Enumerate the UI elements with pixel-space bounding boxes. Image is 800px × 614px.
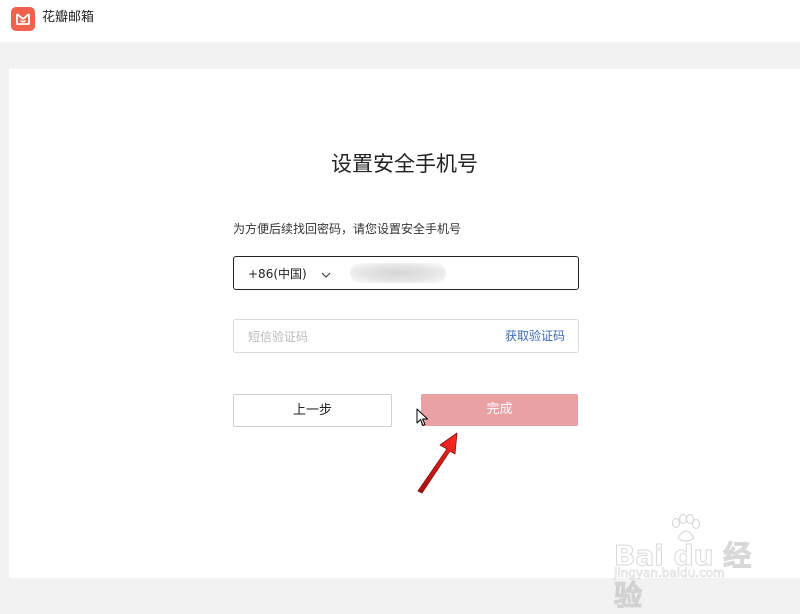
mouse-cursor-icon bbox=[416, 408, 430, 432]
page-title: 设置安全手机号 bbox=[331, 152, 478, 176]
app-logo-icon bbox=[11, 7, 35, 31]
get-code-link[interactable]: 获取验证码 bbox=[505, 320, 565, 352]
chevron-down-icon bbox=[321, 264, 331, 283]
prev-step-button[interactable]: 上一步 bbox=[233, 394, 392, 427]
baidu-jingyan-watermark: Bai du 经验 jingyan.baidu.com bbox=[612, 513, 772, 613]
country-code-select[interactable]: +86(中国) bbox=[248, 257, 331, 289]
red-arrow-annotation-icon bbox=[414, 430, 464, 498]
done-button[interactable]: 完成 bbox=[421, 394, 578, 426]
sms-code-input[interactable] bbox=[246, 320, 490, 354]
top-bar: 花瓣邮箱 bbox=[0, 0, 800, 42]
app-name: 花瓣邮箱 bbox=[42, 10, 95, 25]
country-code-value: +86(中国) bbox=[248, 266, 307, 281]
main-card: 设置安全手机号 为方便后续找回密码，请您设置安全手机号 +86(中国) 获取验证… bbox=[9, 69, 800, 578]
phone-field[interactable]: +86(中国) bbox=[233, 256, 579, 290]
page-hint: 为方便后续找回密码，请您设置安全手机号 bbox=[233, 222, 462, 236]
watermark-url: jingyan.baidu.com bbox=[614, 566, 725, 581]
sms-code-field[interactable]: 获取验证码 bbox=[233, 319, 579, 354]
phone-number-input[interactable] bbox=[350, 263, 446, 283]
